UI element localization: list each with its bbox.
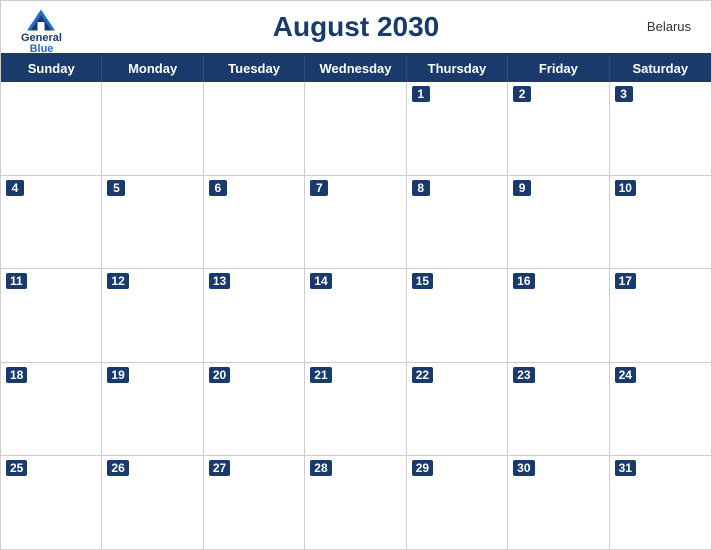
day-cell-6: 6 — [204, 176, 305, 269]
day-cell-empty-0-0 — [1, 82, 102, 175]
day-number-23: 23 — [513, 367, 534, 383]
day-number-14: 14 — [310, 273, 331, 289]
day-cell-10: 10 — [610, 176, 711, 269]
day-cell-9: 9 — [508, 176, 609, 269]
day-cell-20: 20 — [204, 363, 305, 456]
day-cell-8: 8 — [407, 176, 508, 269]
day-cell-29: 29 — [407, 456, 508, 549]
day-cell-24: 24 — [610, 363, 711, 456]
week-row-3: 11 12 13 14 15 16 17 — [1, 269, 711, 363]
day-number-16: 16 — [513, 273, 534, 289]
day-cell-4: 4 — [1, 176, 102, 269]
country-label: Belarus — [647, 19, 691, 34]
week-row-1: 1 2 3 — [1, 82, 711, 176]
day-cell-28: 28 — [305, 456, 406, 549]
day-cell-11: 11 — [1, 269, 102, 362]
day-cell-26: 26 — [102, 456, 203, 549]
day-cell-16: 16 — [508, 269, 609, 362]
day-number-15: 15 — [412, 273, 433, 289]
day-number-13: 13 — [209, 273, 230, 289]
day-cell-empty-0-2 — [204, 82, 305, 175]
day-number-21: 21 — [310, 367, 331, 383]
day-cell-7: 7 — [305, 176, 406, 269]
day-number-4: 4 — [6, 180, 24, 196]
day-number-6: 6 — [209, 180, 227, 196]
day-cell-2: 2 — [508, 82, 609, 175]
day-cell-25: 25 — [1, 456, 102, 549]
day-number-5: 5 — [107, 180, 125, 196]
day-cell-14: 14 — [305, 269, 406, 362]
day-cell-13: 13 — [204, 269, 305, 362]
day-number-30: 30 — [513, 460, 534, 476]
day-header-wednesday: Wednesday — [305, 55, 406, 82]
day-cell-23: 23 — [508, 363, 609, 456]
day-number-29: 29 — [412, 460, 433, 476]
day-cell-19: 19 — [102, 363, 203, 456]
week-row-2: 4 5 6 7 8 9 10 — [1, 176, 711, 270]
day-number-9: 9 — [513, 180, 531, 196]
day-cell-31: 31 — [610, 456, 711, 549]
logo-area: General Blue — [21, 9, 62, 55]
day-number-11: 11 — [6, 273, 27, 289]
day-header-saturday: Saturday — [610, 55, 711, 82]
day-number-22: 22 — [412, 367, 433, 383]
day-number-28: 28 — [310, 460, 331, 476]
day-number-25: 25 — [6, 460, 27, 476]
calendar-header: General Blue August 2030 Belarus — [1, 1, 711, 53]
day-cell-1: 1 — [407, 82, 508, 175]
calendar-grid: Sunday Monday Tuesday Wednesday Thursday… — [1, 53, 711, 549]
day-number-8: 8 — [412, 180, 430, 196]
day-cell-5: 5 — [102, 176, 203, 269]
week-row-5: 25 26 27 28 29 30 31 — [1, 456, 711, 549]
day-cell-empty-0-3 — [305, 82, 406, 175]
week-row-4: 18 19 20 21 22 23 24 — [1, 363, 711, 457]
day-number-1: 1 — [412, 86, 430, 102]
day-number-24: 24 — [615, 367, 636, 383]
day-number-31: 31 — [615, 460, 636, 476]
day-headers: Sunday Monday Tuesday Wednesday Thursday… — [1, 55, 711, 82]
calendar-title: August 2030 — [273, 11, 440, 43]
day-number-17: 17 — [615, 273, 636, 289]
day-cell-12: 12 — [102, 269, 203, 362]
day-cell-18: 18 — [1, 363, 102, 456]
day-header-monday: Monday — [102, 55, 203, 82]
day-cell-3: 3 — [610, 82, 711, 175]
day-number-20: 20 — [209, 367, 230, 383]
day-header-tuesday: Tuesday — [204, 55, 305, 82]
day-cell-empty-0-1 — [102, 82, 203, 175]
day-cell-15: 15 — [407, 269, 508, 362]
day-header-sunday: Sunday — [1, 55, 102, 82]
day-number-18: 18 — [6, 367, 27, 383]
day-number-12: 12 — [107, 273, 128, 289]
day-cell-27: 27 — [204, 456, 305, 549]
day-number-26: 26 — [107, 460, 128, 476]
calendar-container: General Blue August 2030 Belarus Sunday … — [0, 0, 712, 550]
logo-blue-text: Blue — [30, 44, 54, 55]
weeks-container: 1234567891011121314151617181920212223242… — [1, 82, 711, 549]
day-cell-17: 17 — [610, 269, 711, 362]
day-number-27: 27 — [209, 460, 230, 476]
day-header-thursday: Thursday — [407, 55, 508, 82]
logo-icon — [27, 9, 55, 31]
day-number-7: 7 — [310, 180, 328, 196]
day-header-friday: Friday — [508, 55, 609, 82]
day-number-2: 2 — [513, 86, 531, 102]
day-number-19: 19 — [107, 367, 128, 383]
day-number-10: 10 — [615, 180, 636, 196]
day-cell-22: 22 — [407, 363, 508, 456]
day-cell-30: 30 — [508, 456, 609, 549]
day-cell-21: 21 — [305, 363, 406, 456]
day-number-3: 3 — [615, 86, 633, 102]
